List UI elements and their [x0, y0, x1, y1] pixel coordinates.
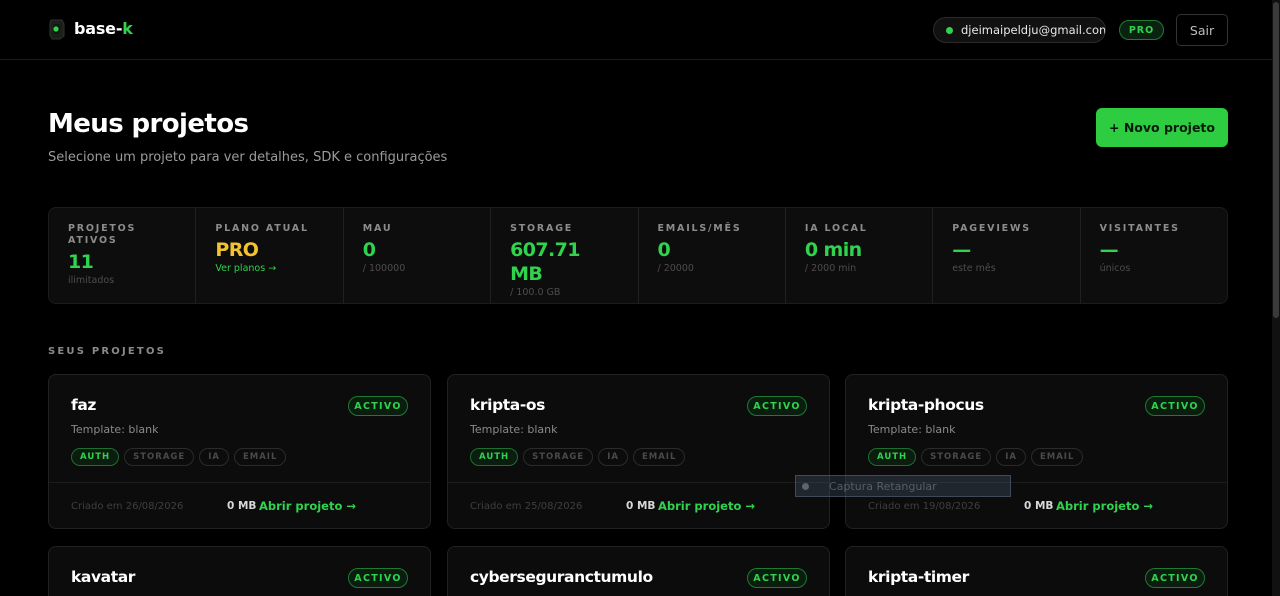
tag-auth: AUTH	[71, 448, 120, 466]
plan-badge: PRO	[1119, 20, 1164, 40]
tag-storage: STORAGE	[124, 448, 195, 466]
tag-ia: IA	[199, 448, 229, 466]
tag-ia: IA	[996, 448, 1026, 466]
tag-storage: STORAGE	[523, 448, 594, 466]
stat-sub: únicos	[1099, 263, 1131, 274]
project-card-kripta-phocus[interactable]: kripta-phocus ACTIVO Template: blank AUT…	[845, 374, 1228, 529]
stat-sub: / 20000	[657, 263, 694, 274]
project-card-kavatar[interactable]: kavatar ACTIVO	[48, 546, 431, 596]
card-divider	[49, 482, 430, 483]
brand-suffix: k	[122, 19, 133, 38]
brand-name[interactable]: base-k	[74, 19, 133, 38]
projects-section-label: SEUS PROJETOS	[48, 346, 167, 357]
capture-label: Captura Retangular	[829, 479, 937, 493]
feature-tags: AUTH STORAGE IA EMAIL	[868, 448, 1084, 466]
project-size: 0 MB	[1024, 500, 1054, 512]
stat-value: PRO	[215, 239, 259, 261]
project-template: Template: blank	[71, 423, 159, 436]
capture-overlay: Captura Retangular	[795, 475, 1011, 497]
stat-label: EMAILS/MÊS	[657, 223, 742, 234]
tag-email: EMAIL	[1030, 448, 1084, 466]
user-email: djeimaipeldju@gmail.com	[961, 23, 1106, 37]
stats-panel: PROJETOS ATIVOS 11 ilimitados PLANO ATUA…	[48, 207, 1228, 304]
status-badge: ACTIVO	[1145, 568, 1205, 588]
project-size: 0 MB	[626, 500, 656, 512]
open-project-link[interactable]: Abrir projeto →	[1056, 499, 1153, 513]
top-bar: base-k djeimaipeldju@gmail.com PRO Sair	[0, 0, 1272, 60]
stat-label: STORAGE	[510, 223, 574, 234]
base-k-logo-icon[interactable]	[48, 18, 66, 40]
stat-current-plan: PLANO ATUAL PRO Ver planos →	[196, 208, 344, 303]
new-project-button[interactable]: + Novo projeto	[1096, 108, 1228, 147]
stat-value: 0	[657, 239, 671, 261]
stat-value: 0	[362, 239, 376, 261]
scrollbar-thumb[interactable]	[1273, 2, 1279, 318]
project-template: Template: blank	[868, 423, 956, 436]
status-badge: ACTIVO	[747, 396, 807, 416]
scrollbar[interactable]	[1272, 0, 1280, 596]
project-card-kripta-timer[interactable]: kripta-timer ACTIVO	[845, 546, 1228, 596]
status-badge: ACTIVO	[348, 568, 408, 588]
stat-mau: MAU 0 / 100000	[344, 208, 492, 303]
stat-emails: EMAILS/MÊS 0 / 20000	[639, 208, 786, 303]
project-card-faz[interactable]: faz ACTIVO Template: blank AUTH STORAGE …	[48, 374, 431, 529]
project-name: kavatar	[71, 568, 136, 586]
project-name: faz	[71, 396, 97, 414]
tag-ia: IA	[598, 448, 628, 466]
stat-visitors: VISITANTES — únicos	[1081, 208, 1227, 303]
tag-auth: AUTH	[470, 448, 519, 466]
created-date: Criado em 19/08/2026	[868, 501, 981, 512]
feature-tags: AUTH STORAGE IA EMAIL	[71, 448, 287, 466]
stat-sub: / 100.0 GB	[510, 287, 561, 298]
project-template: Template: blank	[470, 423, 558, 436]
stat-storage: STORAGE 607.71 MB / 100.0 GB	[491, 208, 639, 303]
project-name: kripta-timer	[868, 568, 969, 586]
created-date: Criado em 25/08/2026	[470, 501, 583, 512]
logout-button[interactable]: Sair	[1176, 14, 1228, 46]
tag-auth: AUTH	[868, 448, 917, 466]
stat-sub: / 100000	[362, 263, 406, 274]
view-plans-link[interactable]: Ver planos →	[215, 263, 322, 274]
feature-tags: AUTH STORAGE IA EMAIL	[470, 448, 686, 466]
stat-value: —	[1099, 239, 1119, 261]
status-badge: ACTIVO	[1145, 396, 1205, 416]
stat-value: —	[952, 239, 971, 261]
status-badge: ACTIVO	[348, 396, 408, 416]
open-project-link[interactable]: Abrir projeto →	[658, 499, 755, 513]
stat-sub: ilimitados	[68, 275, 115, 286]
stat-local-ai: IA LOCAL 0 min / 2000 min	[786, 208, 934, 303]
stat-active-projects: PROJETOS ATIVOS 11 ilimitados	[49, 208, 197, 303]
tag-email: EMAIL	[632, 448, 686, 466]
stat-label: PLANO ATUAL	[215, 223, 309, 234]
tag-storage: STORAGE	[921, 448, 992, 466]
online-status-dot	[946, 26, 953, 34]
page-subtitle: Selecione um projeto para ver detalhes, …	[48, 150, 448, 165]
project-name: kripta-phocus	[868, 396, 984, 414]
user-email-pill[interactable]: djeimaipeldju@gmail.com	[933, 17, 1106, 43]
tag-email: EMAIL	[233, 448, 287, 466]
stat-label: PROJETOS ATIVOS	[68, 223, 137, 246]
project-card-kripta-os[interactable]: kripta-os ACTIVO Template: blank AUTH ST…	[447, 374, 830, 529]
stat-label: IA LOCAL	[804, 223, 868, 234]
capture-icon	[802, 482, 809, 490]
project-size: 0 MB	[227, 500, 257, 512]
project-card-cyberseguranctumulo[interactable]: cyberseguranctumulo ACTIVO	[447, 546, 830, 596]
card-divider	[448, 482, 829, 483]
stat-value: 0 min	[804, 239, 862, 261]
stat-value: 607.71 MB	[510, 239, 580, 285]
created-date: Criado em 26/08/2026	[71, 501, 184, 512]
stat-sub: / 2000 min	[804, 263, 857, 274]
status-badge: ACTIVO	[747, 568, 807, 588]
project-name: cyberseguranctumulo	[470, 568, 653, 586]
open-project-link[interactable]: Abrir projeto →	[259, 499, 356, 513]
page-title: Meus projetos	[48, 109, 249, 139]
stat-value: 11	[68, 251, 94, 273]
stat-label: MAU	[362, 223, 393, 234]
brand-prefix: base-	[74, 19, 123, 38]
stat-pageviews: PAGEVIEWS — este mês	[933, 208, 1081, 303]
stat-label: VISITANTES	[1099, 223, 1180, 234]
project-name: kripta-os	[470, 396, 545, 414]
stat-label: PAGEVIEWS	[952, 223, 1031, 234]
stat-sub: este mês	[952, 263, 996, 274]
